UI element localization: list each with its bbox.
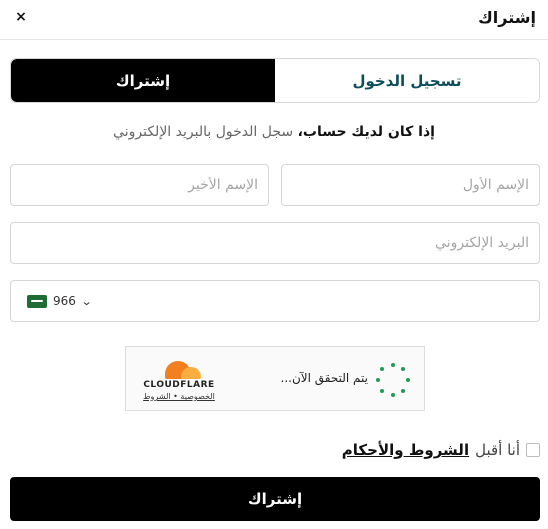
- phone-field: 966 ⌄: [10, 280, 548, 322]
- first-name-input[interactable]: [282, 165, 539, 205]
- header: × إشتراك: [0, 0, 548, 40]
- terms-link[interactable]: الشروط والأحكام: [342, 441, 469, 459]
- country-code-select[interactable]: 966 ⌄: [27, 281, 93, 321]
- signup-button[interactable]: إشتراك: [10, 477, 540, 521]
- email-input[interactable]: [11, 223, 539, 263]
- saudi-flag-icon: [27, 294, 47, 308]
- first-name-field: [281, 164, 540, 206]
- last-name-input[interactable]: [11, 165, 268, 205]
- dial-code: 966: [53, 294, 76, 308]
- terms-row: أنا أقبل الشروط والأحكام: [342, 441, 540, 459]
- page-title: إشتراك: [478, 8, 536, 27]
- email-field: [10, 222, 540, 264]
- spinner-icon: [376, 363, 410, 397]
- auth-tabs: إشتراك تسجيل الدخول: [10, 58, 540, 103]
- close-icon[interactable]: ×: [12, 8, 30, 26]
- terms-prefix: أنا أقبل: [475, 441, 520, 459]
- login-hint: إذا كان لديك حساب، سجل الدخول بالبريد ال…: [0, 124, 548, 140]
- tab-signup[interactable]: إشتراك: [11, 59, 275, 102]
- login-hint-text: سجل الدخول بالبريد الإلكتروني: [113, 124, 298, 140]
- last-name-field: [10, 164, 269, 206]
- cloudflare-logo: CLOUDFLARE الخصوصية • الشروط: [140, 359, 218, 401]
- cloudflare-cloud-icon: [157, 359, 201, 379]
- login-hint-strong: إذا كان لديك حساب،: [297, 124, 435, 140]
- phone-input[interactable]: [121, 281, 548, 321]
- captcha-status: يتم التحقق الآن...: [280, 371, 368, 385]
- terms-checkbox[interactable]: [526, 443, 540, 457]
- chevron-down-icon: ⌄: [80, 294, 93, 308]
- cloudflare-links[interactable]: الخصوصية • الشروط: [140, 392, 218, 401]
- cloudflare-brand: CLOUDFLARE: [143, 380, 215, 390]
- tab-login[interactable]: تسجيل الدخول: [275, 59, 539, 102]
- cloudflare-captcha[interactable]: CLOUDFLARE الخصوصية • الشروط يتم التحقق …: [125, 346, 425, 411]
